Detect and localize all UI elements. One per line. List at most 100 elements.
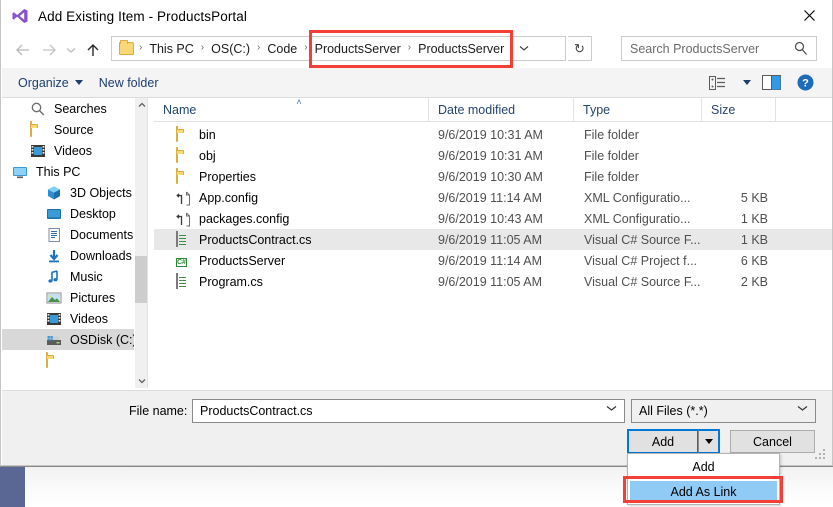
- navpane-item-desktop[interactable]: Desktop: [2, 203, 145, 224]
- file-date-cell: 9/6/2019 11:05 AM: [438, 232, 543, 247]
- breadcrumb-item-code[interactable]: Code: [265, 42, 299, 56]
- organize-label: Organize: [18, 75, 69, 90]
- organize-button[interactable]: Organize: [18, 76, 83, 90]
- table-row[interactable]: packages.config 9/6/2019 10:43 AM XML Co…: [154, 208, 832, 229]
- navpane-item-searches[interactable]: Searches: [2, 98, 145, 119]
- navpane-item-partial[interactable]: [2, 350, 145, 371]
- navpane-item-videos-user[interactable]: Videos: [2, 140, 145, 161]
- desktop-icon: [46, 206, 62, 222]
- menu-item-add[interactable]: Add: [628, 454, 779, 479]
- view-options-button[interactable]: [700, 69, 734, 97]
- add-button[interactable]: Add: [627, 429, 699, 454]
- chevron-down-icon: [743, 80, 751, 85]
- videos-icon: [30, 143, 46, 159]
- navpane-item-music[interactable]: Music: [2, 266, 145, 287]
- navpane-item-documents[interactable]: Documents: [2, 224, 145, 245]
- navpane-item-3d-objects[interactable]: 3D Objects: [2, 182, 145, 203]
- refresh-button[interactable]: ↻: [568, 36, 592, 61]
- column-header-name[interactable]: Name ˄: [154, 97, 428, 121]
- pane-divider[interactable]: [147, 98, 148, 388]
- file-size-cell: 2 KB: [740, 274, 768, 289]
- file-date-cell: 9/6/2019 10:31 AM: [438, 127, 543, 142]
- folder-icon: [119, 40, 134, 55]
- menu-item-add-as-link-wrap: Add As Link: [628, 479, 779, 504]
- breadcrumb-bar[interactable]: › This PC › OS(C:) › Code › ProductsServ…: [111, 36, 566, 61]
- column-header-date-modified[interactable]: Date modified: [428, 98, 573, 121]
- command-toolbar: Organize New folder ?: [2, 68, 832, 98]
- file-type-cell: File folder: [584, 169, 639, 184]
- table-row[interactable]: bin 9/6/2019 10:31 AM File folder: [154, 124, 832, 145]
- recent-locations-button[interactable]: [62, 37, 80, 63]
- navpane-item-label: This PC: [36, 164, 81, 179]
- navpane-item-label: Videos: [54, 143, 92, 158]
- close-button[interactable]: [786, 0, 832, 31]
- file-type-cell: File folder: [584, 148, 639, 163]
- navpane-item-pictures[interactable]: Pictures: [2, 287, 145, 308]
- file-list[interactable]: bin 9/6/2019 10:31 AM File folder obj 9/…: [154, 124, 832, 389]
- back-button[interactable]: [10, 37, 36, 63]
- search-icon: [794, 41, 807, 55]
- table-row[interactable]: Properties 9/6/2019 10:30 AM File folder: [154, 166, 832, 187]
- file-type-cell: File folder: [584, 127, 639, 142]
- file-name-input[interactable]: ProductsContract.cs: [192, 399, 625, 423]
- chevron-down-icon[interactable]: [606, 403, 617, 415]
- chevron-down-icon: [74, 80, 83, 85]
- breadcrumb-item-os-c[interactable]: OS(C:): [209, 42, 252, 56]
- column-header-type[interactable]: Type: [573, 98, 701, 121]
- navpane-item-this-pc[interactable]: This PC: [2, 161, 145, 182]
- add-dropdown-menu[interactable]: Add Add As Link: [627, 453, 780, 505]
- column-header-size[interactable]: Size: [701, 98, 775, 121]
- navpane-item-osdisk[interactable]: OSDisk (C:): [2, 329, 145, 350]
- breadcrumb-separator-1: ›: [200, 41, 205, 53]
- navpane-item-downloads[interactable]: Downloads: [2, 245, 145, 266]
- cs-source-icon: [176, 272, 192, 290]
- up-button[interactable]: [80, 37, 106, 63]
- table-row[interactable]: Program.cs 9/6/2019 11:05 AM Visual C# S…: [154, 271, 832, 292]
- file-size-cell: 5 KB: [740, 190, 768, 205]
- close-icon: [803, 10, 815, 21]
- breadcrumb-item-productsserver-1[interactable]: ProductsServer: [313, 42, 403, 56]
- file-date-cell: 9/6/2019 11:14 AM: [438, 253, 543, 268]
- table-row[interactable]: obj 9/6/2019 10:31 AM File folder: [154, 145, 832, 166]
- preview-pane-button[interactable]: [754, 69, 788, 97]
- breadcrumb-dropdown-button[interactable]: [513, 37, 535, 60]
- navpane-item-videos-pc[interactable]: Videos: [2, 308, 145, 329]
- file-name-cell: C# ProductsServer: [154, 253, 285, 269]
- view-dropdown-button[interactable]: [734, 69, 754, 97]
- cs-source-icon: [176, 230, 192, 248]
- file-type-select[interactable]: All Files (*.*): [631, 399, 816, 423]
- cancel-button[interactable]: Cancel: [730, 430, 815, 453]
- chevron-down-icon[interactable]: [797, 403, 808, 415]
- cs-project-icon: C#: [176, 257, 187, 267]
- add-split-dropdown-button[interactable]: [697, 429, 720, 454]
- table-row[interactable]: App.config 9/6/2019 11:14 AM XML Configu…: [154, 187, 832, 208]
- forward-button[interactable]: [36, 37, 62, 63]
- table-row[interactable]: C# ProductsServer 9/6/2019 11:14 AM Visu…: [154, 250, 832, 271]
- file-type-cell: Visual C# Source F...: [584, 274, 701, 289]
- navpane-item-label: 3D Objects: [70, 185, 132, 200]
- file-type-cell: Visual C# Source F...: [584, 232, 701, 247]
- navpane-item-source[interactable]: Source: [2, 119, 145, 140]
- downloads-icon: [46, 248, 62, 264]
- file-type-cell: XML Configuratio...: [584, 190, 691, 205]
- file-name-cell: obj: [154, 146, 216, 164]
- search-box[interactable]: Search ProductsServer: [621, 36, 817, 61]
- this-pc-icon: [12, 164, 28, 180]
- breadcrumb-item-this-pc[interactable]: This PC: [147, 42, 195, 56]
- breadcrumb-separator-2: ›: [257, 41, 261, 53]
- table-row[interactable]: ProductsContract.cs 9/6/2019 11:05 AM Vi…: [154, 229, 832, 250]
- file-type-cell: Visual C# Project f...: [584, 253, 698, 268]
- menu-item-label: Add: [692, 459, 715, 474]
- resize-grip-icon[interactable]: [815, 449, 827, 461]
- file-name-label: bin: [199, 127, 216, 142]
- navigation-pane[interactable]: Searches Source Videos This PC 3D Object…: [2, 98, 145, 388]
- new-folder-button[interactable]: New folder: [99, 76, 159, 90]
- breadcrumb-item-productsserver-2[interactable]: ProductsServer: [416, 42, 506, 56]
- folder-icon: [176, 125, 192, 143]
- xml-config-icon: [176, 211, 192, 227]
- navpane-scrollbar[interactable]: [134, 98, 148, 388]
- file-size-cell: 1 KB: [740, 211, 768, 226]
- menu-item-add-as-link[interactable]: Add As Link: [630, 481, 777, 502]
- help-button[interactable]: ?: [788, 69, 822, 97]
- column-header-label: Date modified: [438, 102, 516, 117]
